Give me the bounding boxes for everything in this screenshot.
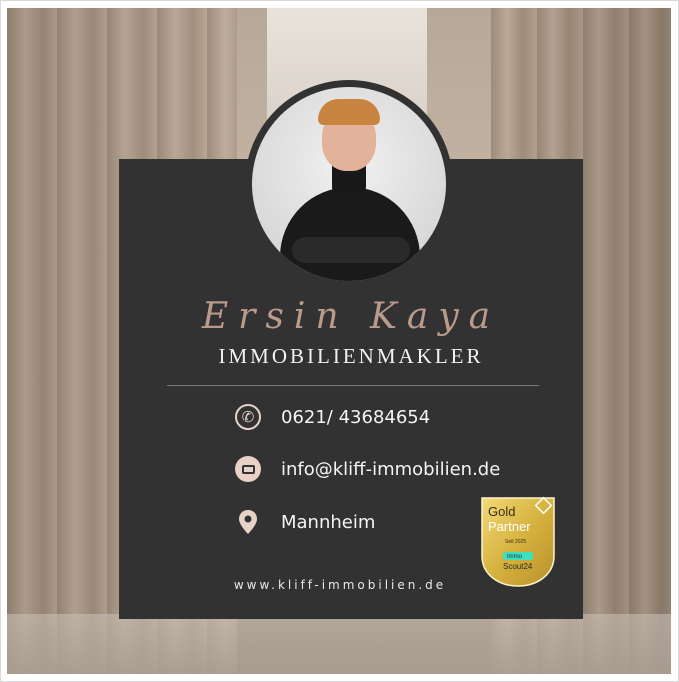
agent-title: IMMOBILIENMAKLER (218, 344, 484, 368)
contact-email[interactable]: info@kliff-immobilien.de (233, 454, 500, 484)
portrait-photo (252, 87, 446, 281)
portrait-body (280, 187, 420, 281)
email-address: info@kliff-immobilien.de (281, 458, 501, 480)
portrait-arms (292, 237, 410, 263)
location-pin-icon (233, 507, 263, 537)
agent-name: Ersin Kaya (201, 296, 501, 337)
badge-partner-text: Partner (488, 519, 531, 534)
website-link[interactable]: www.kliff-immobilien.de (222, 578, 458, 592)
divider (167, 385, 539, 386)
badge-gold-text: Gold (488, 504, 515, 519)
badge-brand-top: Immo (507, 554, 523, 560)
badge-since-text: Seit 2025 (505, 539, 526, 545)
contact-location: Mannheim (233, 507, 375, 537)
background-floor (7, 614, 671, 674)
portrait-hair (318, 99, 380, 125)
phone-icon: ✆ (233, 402, 263, 432)
contact-phone[interactable]: ✆ 0621/ 43684654 (233, 402, 430, 432)
mail-icon (233, 454, 263, 484)
phone-number: 0621/ 43684654 (281, 406, 431, 428)
location-text: Mannheim (281, 511, 376, 533)
gold-partner-badge: Gold Partner Seit 2025 Immo Scout24 (480, 496, 556, 588)
badge-brand-bottom: Scout24 (503, 562, 533, 571)
